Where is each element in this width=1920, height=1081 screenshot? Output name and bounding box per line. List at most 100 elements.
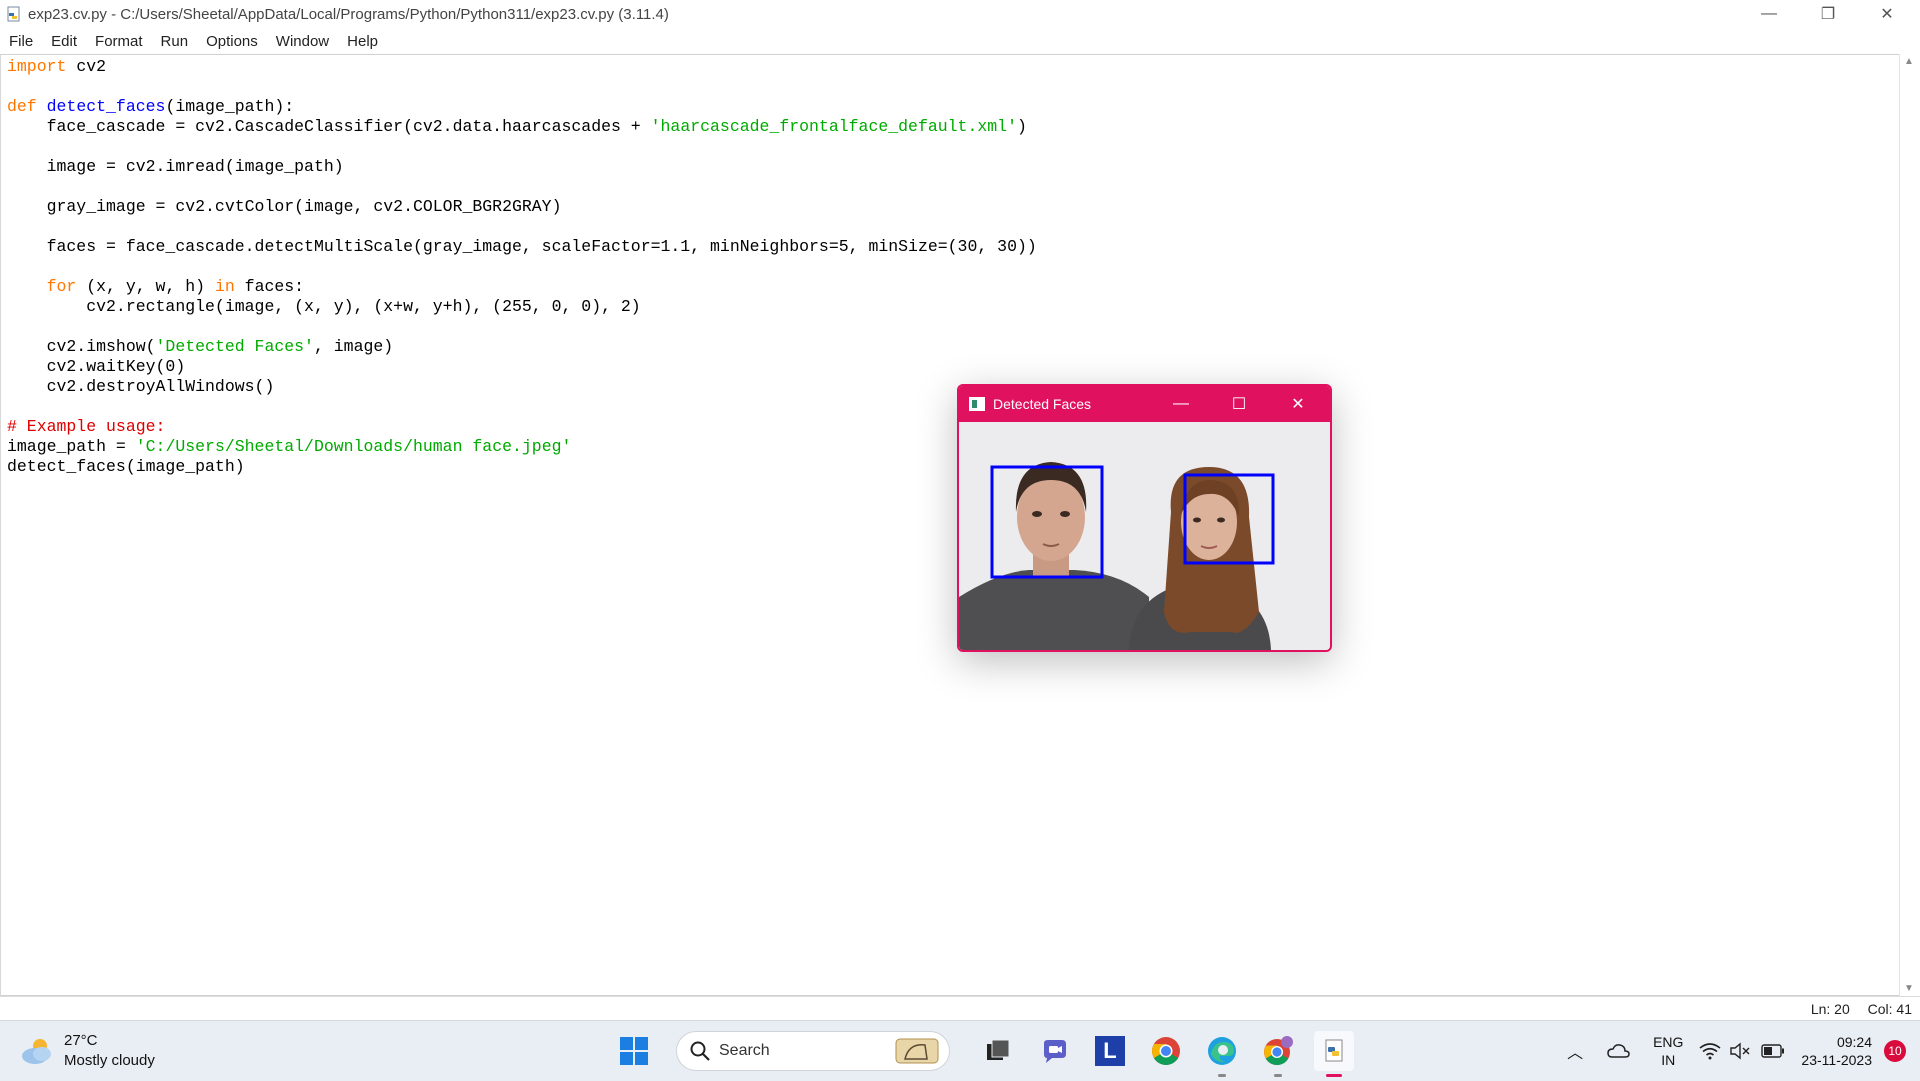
menu-edit[interactable]: Edit (42, 33, 86, 50)
code-token: in (214, 277, 235, 296)
code-token: 'C:/Users/Sheetal/Downloads/human face.j… (135, 437, 572, 456)
code-token: 'Detected Faces' (155, 337, 314, 356)
cv-close-icon: ✕ (1291, 396, 1305, 413)
edge-button[interactable] (1202, 1031, 1242, 1077)
code-line[interactable]: # Example usage: (7, 417, 1037, 437)
line-number: Ln: 20 (1810, 1001, 1850, 1017)
code-line[interactable]: cv2.rectangle(image, (x, y), (x+w, y+h),… (7, 297, 1037, 317)
scroll-down-icon[interactable]: ▼ (1904, 983, 1914, 994)
code-line[interactable]: for (x, y, w, h) in faces: (7, 277, 1037, 297)
taskbar: 27°C Mostly cloudy Search L ︿ ENG IN 09:… (0, 1020, 1920, 1081)
code-line[interactable]: detect_faces(image_path) (7, 457, 1037, 477)
teams-button[interactable] (1034, 1031, 1074, 1071)
search-highlight-icon (895, 1038, 939, 1064)
scroll-up-icon[interactable]: ▲ (1904, 56, 1914, 67)
minimize-button[interactable]: — (1740, 0, 1798, 28)
vertical-scrollbar[interactable]: ▲ ▼ (1899, 54, 1920, 996)
app-l-label: L (1103, 1038, 1117, 1063)
code-token: cv2.imshow( (7, 337, 156, 356)
menu-format[interactable]: Format (86, 33, 152, 50)
code-line[interactable]: import cv2 (7, 57, 1037, 77)
weather-widget[interactable]: 27°C Mostly cloudy (20, 1031, 155, 1071)
cv-maximize-icon: ☐ (1231, 396, 1247, 413)
cv-minimize-button[interactable]: — (1159, 386, 1203, 422)
cv-title-bar[interactable]: Detected Faces — ☐ ✕ (959, 386, 1330, 422)
wifi-icon[interactable] (1699, 1042, 1721, 1060)
chrome-button[interactable] (1146, 1031, 1186, 1071)
code-token: cv2.rectangle(image, (x, y), (x+w, y+h),… (7, 297, 641, 316)
code-line[interactable]: cv2.imshow('Detected Faces', image) (7, 337, 1037, 357)
menu-options[interactable]: Options (197, 33, 267, 50)
edge-running-indicator (1218, 1074, 1226, 1077)
cv-maximize-button[interactable]: ☐ (1217, 386, 1261, 422)
detected-faces-window[interactable]: Detected Faces — ☐ ✕ (957, 384, 1332, 652)
volume-muted-icon[interactable] (1729, 1042, 1751, 1060)
column-number: Col: 41 (1867, 1001, 1912, 1017)
code-token: faces = face_cascade.detectMultiScale(gr… (7, 237, 1037, 256)
show-hidden-icons-icon[interactable]: ︿ (1567, 1039, 1583, 1063)
code-line[interactable]: def detect_faces(image_path): (7, 97, 1037, 117)
code-line[interactable]: face_cascade = cv2.CascadeClassifier(cv2… (7, 117, 1037, 137)
menu-window[interactable]: Window (267, 33, 338, 50)
weather-temperature: 27°C (64, 1032, 98, 1049)
edge-icon (1208, 1037, 1236, 1065)
menu-help[interactable]: Help (338, 33, 387, 50)
status-bar: Ln: 20 Col: 41 (0, 996, 1920, 1021)
app-l-button[interactable]: L (1090, 1031, 1130, 1071)
code-line[interactable]: gray_image = cv2.cvtColor(image, cv2.COL… (7, 197, 1037, 217)
code-token: faces: (234, 277, 305, 296)
window-title: exp23.cv.py - C:/Users/Sheetal/AppData/L… (28, 5, 669, 23)
code-line[interactable]: image_path = 'C:/Users/Sheetal/Downloads… (7, 437, 1037, 457)
code-line[interactable] (7, 397, 1037, 417)
restore-button[interactable]: ❐ (1799, 0, 1857, 28)
code-line[interactable] (7, 177, 1037, 197)
start-button[interactable] (614, 1031, 654, 1071)
close-icon: ✕ (1880, 6, 1894, 23)
code-line[interactable] (7, 257, 1037, 277)
teams-chat-icon (1044, 1040, 1066, 1063)
code-line[interactable] (7, 317, 1037, 337)
search-label: Search (719, 1042, 770, 1059)
menu-file[interactable]: File (0, 33, 42, 50)
opencv-window-icon (969, 397, 985, 411)
code-line[interactable] (7, 217, 1037, 237)
notification-badge[interactable]: 10 (1884, 1040, 1906, 1062)
code-line[interactable]: cv2.waitKey(0) (7, 357, 1037, 377)
code-token: face_cascade = cv2.CascadeClassifier(cv2… (7, 117, 651, 136)
language-top: ENG (1653, 1034, 1684, 1050)
code-line[interactable]: image = cv2.imread(image_path) (7, 157, 1037, 177)
code-token: image = cv2.imread(image_path) (7, 157, 344, 176)
code-text[interactable]: import cv2 def detect_faces(image_path): … (7, 57, 1037, 477)
cv-window-title: Detected Faces (993, 396, 1092, 412)
code-token: , image) (313, 337, 394, 356)
code-token: ) (1016, 117, 1027, 136)
language-bottom: IN (1661, 1052, 1676, 1068)
language-indicator[interactable]: ENG IN (1653, 1033, 1683, 1069)
close-button[interactable]: ✕ (1858, 0, 1916, 28)
restore-icon: ❐ (1820, 6, 1836, 23)
task-view-button[interactable] (978, 1031, 1018, 1071)
python-active-indicator (1326, 1074, 1342, 1077)
battery-icon[interactable] (1761, 1044, 1785, 1058)
code-token: (image_path): (165, 97, 295, 116)
menu-run[interactable]: Run (152, 33, 198, 50)
code-line[interactable] (7, 137, 1037, 157)
clock[interactable]: 09:24 23-11-2023 (1801, 1033, 1872, 1069)
cv-close-button[interactable]: ✕ (1276, 386, 1320, 422)
cv-minimize-icon: — (1173, 395, 1189, 412)
code-line[interactable] (7, 77, 1037, 97)
taskbar-search[interactable]: Search (676, 1031, 950, 1071)
code-token: cv2 (66, 57, 107, 76)
title-bar: exp23.cv.py - C:/Users/Sheetal/AppData/L… (0, 0, 1920, 28)
onedrive-icon[interactable] (1607, 1041, 1631, 1061)
clock-date: 23-11-2023 (1801, 1052, 1872, 1068)
code-line[interactable]: cv2.destroyAllWindows() (7, 377, 1037, 397)
chrome-profile-button[interactable] (1258, 1031, 1298, 1077)
weather-description: Mostly cloudy (64, 1052, 155, 1069)
code-editor[interactable]: import cv2 def detect_faces(image_path): … (0, 54, 1900, 996)
python-idle-button[interactable] (1314, 1031, 1354, 1077)
code-token: (x, y, w, h) (76, 277, 215, 296)
code-line[interactable]: faces = face_cascade.detectMultiScale(gr… (7, 237, 1037, 257)
